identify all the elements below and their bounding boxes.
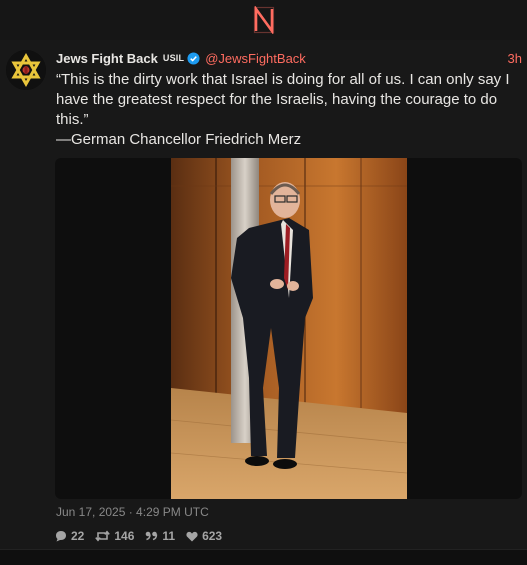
replies-count: 22 (71, 529, 85, 543)
avatar[interactable] (6, 50, 46, 90)
quotes-count: 11 (162, 529, 176, 543)
author-username[interactable]: @JewsFightBack (205, 51, 306, 66)
quote-icon (146, 531, 158, 541)
tweet-attribution: —German Chancellor Friedrich Merz (56, 131, 302, 148)
quotes-stat[interactable]: 11 (145, 529, 175, 543)
tweet-content: “This is the dirty work that Israel is d… (56, 70, 522, 150)
tweet-header: Jews Fight Back USIL @JewsFightBack 3h (56, 49, 522, 67)
tweet-card[interactable]: Jews Fight Back USIL @JewsFightBack 3h “… (0, 40, 527, 550)
replies-stat[interactable]: 22 (55, 529, 84, 543)
affiliation-badge[interactable]: USIL (163, 53, 184, 63)
retweet-icon (95, 530, 111, 542)
nitter-logo-icon[interactable] (253, 6, 275, 34)
retweets-count: 146 (114, 529, 135, 543)
star-of-david-icon (6, 50, 46, 90)
tweet-quote: “This is the dirty work that Israel is d… (56, 71, 510, 128)
likes-count: 623 (202, 529, 223, 543)
heart-icon (186, 531, 198, 541)
top-bar (0, 0, 527, 40)
verified-icon (187, 51, 200, 65)
tweet-media[interactable] (55, 158, 522, 499)
likes-stat[interactable]: 623 (186, 529, 222, 543)
attached-photo[interactable] (171, 158, 407, 499)
comment-icon (56, 531, 66, 542)
tweet-stats: 22 146 11 623 (55, 528, 233, 544)
author-fullname[interactable]: Jews Fight Back (56, 51, 158, 66)
tweet-date[interactable]: Jun 17, 2025 · 4:29 PM UTC (56, 505, 209, 519)
tweet-time[interactable]: 3h (508, 51, 522, 66)
retweets-stat[interactable]: 146 (95, 529, 134, 543)
